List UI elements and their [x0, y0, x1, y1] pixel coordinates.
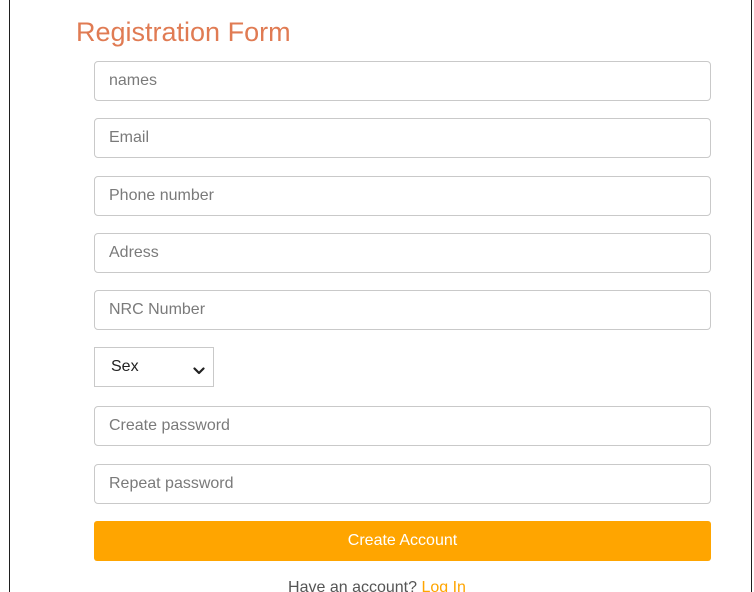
sex-select[interactable]: Sex	[94, 347, 214, 387]
create-password-input[interactable]	[94, 406, 711, 446]
login-link[interactable]: Log In	[421, 579, 465, 592]
names-input[interactable]	[94, 61, 711, 101]
address-input[interactable]	[94, 233, 711, 273]
frame-right-border	[751, 0, 752, 592]
sex-select-value: Sex	[111, 358, 139, 375]
repeat-password-input[interactable]	[94, 464, 711, 504]
login-prompt: Have an account? Log In	[0, 578, 754, 592]
login-prompt-text: Have an account?	[288, 579, 418, 592]
create-account-button[interactable]: Create Account	[94, 521, 711, 561]
phone-number-input[interactable]	[94, 176, 711, 216]
registration-page: Registration Form Sex Create Account Hav…	[0, 0, 754, 592]
email-input[interactable]	[94, 118, 711, 158]
frame-left-border	[9, 0, 10, 592]
nrc-number-input[interactable]	[94, 290, 711, 330]
chevron-down-icon	[193, 363, 205, 375]
form-title: Registration Form	[76, 17, 291, 47]
